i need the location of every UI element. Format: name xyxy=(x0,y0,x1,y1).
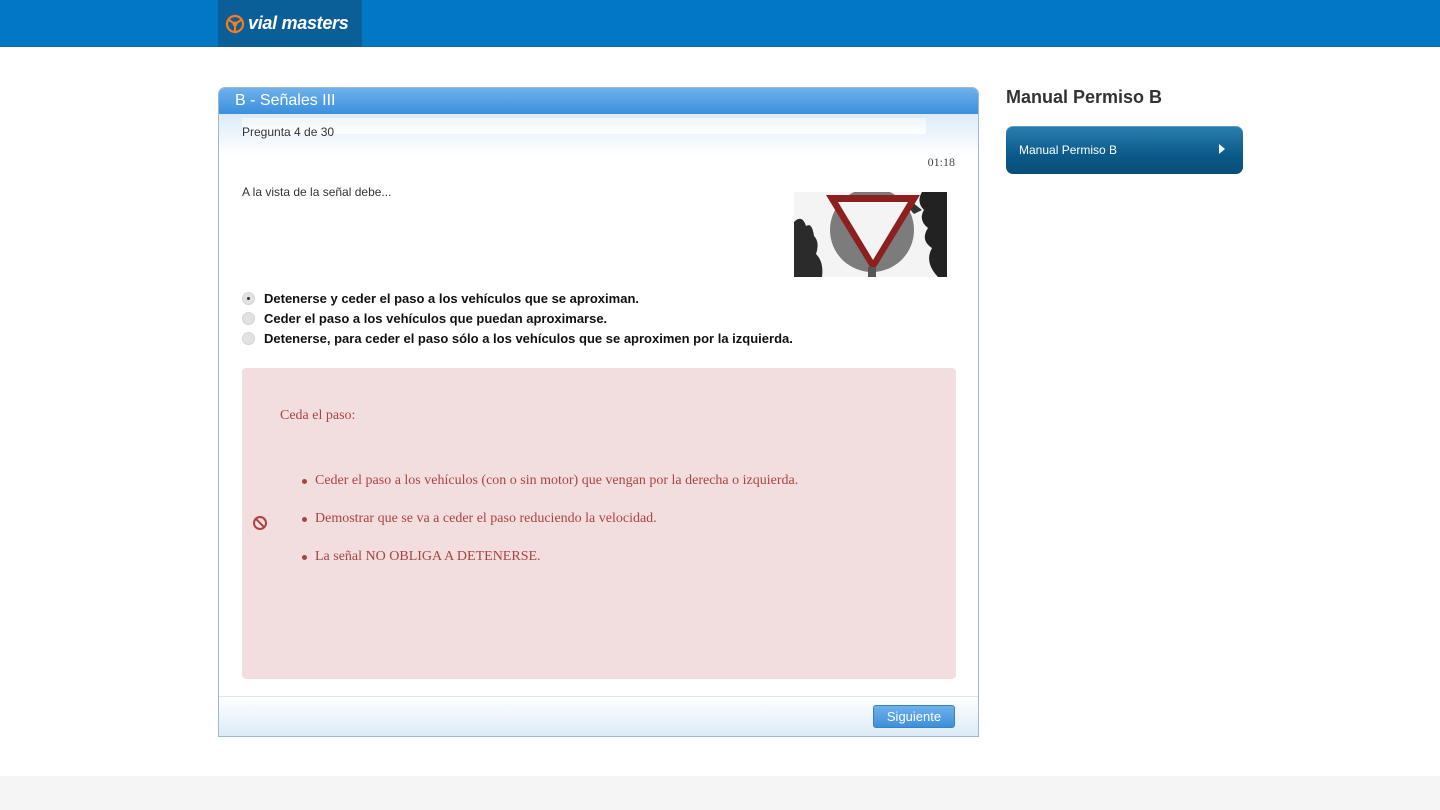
quiz-panel: B - Señales III Pregunta 4 de 30 01:18 A… xyxy=(218,87,979,737)
radio-button[interactable] xyxy=(242,331,255,345)
list-item: La señal NO OBLIGA A DETENERSE. xyxy=(301,549,798,587)
answer-label: Detenerse, para ceder el paso sólo a los… xyxy=(264,330,793,346)
timer: 01:18 xyxy=(927,155,955,169)
chevron-right-icon xyxy=(1219,144,1225,154)
explanation-list: Ceder el paso a los vehículos (con o sin… xyxy=(301,473,798,587)
list-item: Demostrar que se va a ceder el paso redu… xyxy=(301,511,798,549)
question-counter: Pregunta 4 de 30 xyxy=(242,125,335,139)
quiz-footer: Siguiente xyxy=(219,696,978,736)
radio-button[interactable] xyxy=(242,311,255,325)
answer-list: Detenerse y ceder el paso a los vehículo… xyxy=(242,288,793,348)
manual-button-label: Manual Permiso B xyxy=(1019,143,1118,157)
list-item: Ceder el paso a los vehículos (con o sin… xyxy=(301,473,798,511)
top-bar: vial masters xyxy=(0,0,1440,47)
quiz-header: B - Señales III xyxy=(219,88,978,114)
radio-button[interactable] xyxy=(242,291,255,305)
answer-label: Ceder el paso a los vehículos que puedan… xyxy=(264,310,608,326)
answer-option-1[interactable]: Detenerse y ceder el paso a los vehículo… xyxy=(242,288,793,308)
quiz-title: B - Señales III xyxy=(235,92,336,109)
logo[interactable]: vial masters xyxy=(218,0,362,47)
answer-option-3[interactable]: Detenerse, para ceder el paso sólo a los… xyxy=(242,328,793,348)
answer-label: Detenerse y ceder el paso a los vehículo… xyxy=(264,290,639,306)
question-text: A la vista de la señal debe... xyxy=(242,185,392,199)
next-button[interactable]: Siguiente xyxy=(873,705,955,728)
explanation-box: Ceda el paso: Ceder el paso a los vehícu… xyxy=(242,368,956,679)
footer xyxy=(0,776,1440,810)
quiz-progress-area: Pregunta 4 de 30 01:18 xyxy=(219,114,978,169)
yield-sign-image xyxy=(794,192,947,277)
progress-bar xyxy=(242,118,926,134)
steering-wheel-icon xyxy=(225,14,245,33)
logo-text: vial masters xyxy=(248,13,349,33)
manual-button[interactable]: Manual Permiso B xyxy=(1006,126,1243,174)
sidebar-title: Manual Permiso B xyxy=(1006,87,1163,107)
explanation-title: Ceda el paso: xyxy=(280,408,356,423)
prohibited-icon xyxy=(253,516,267,530)
answer-option-2[interactable]: Ceder el paso a los vehículos que puedan… xyxy=(242,308,793,328)
